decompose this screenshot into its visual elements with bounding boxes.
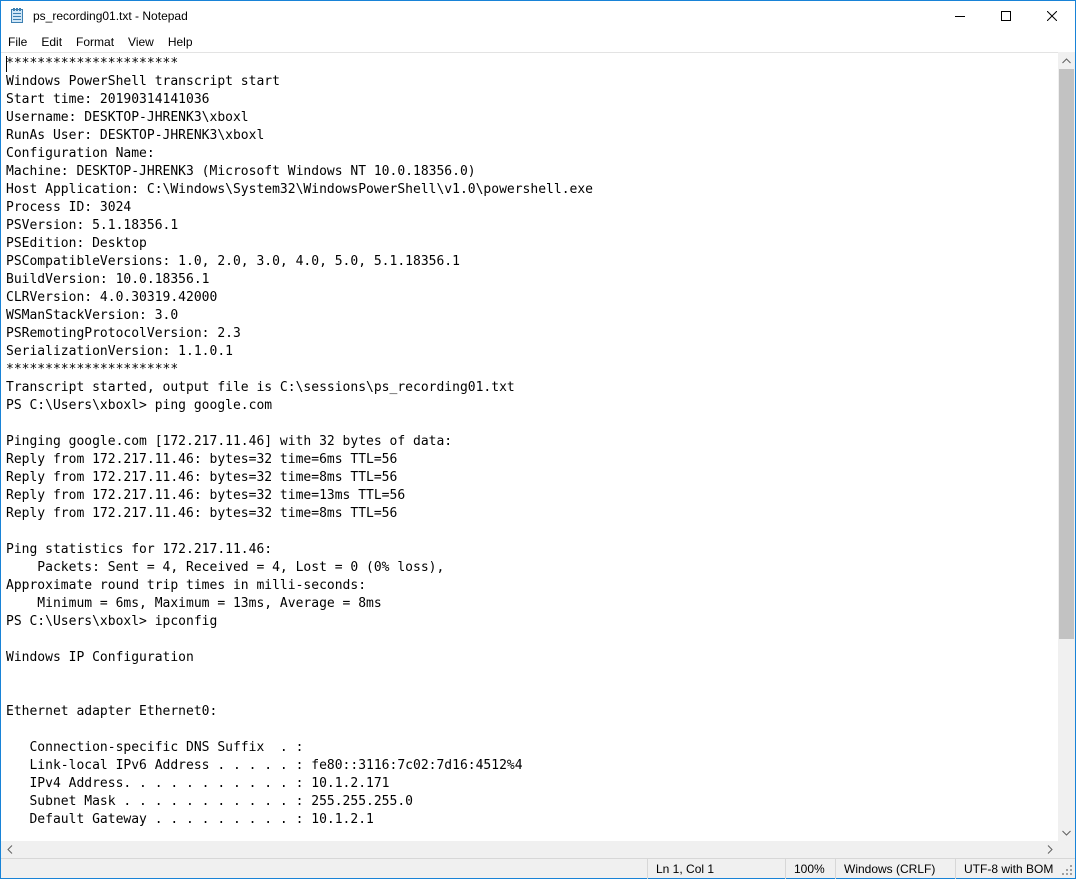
chevron-up-icon (1062, 57, 1071, 63)
text-line[interactable]: Username: DESKTOP-JHRENK3\xboxl (6, 109, 593, 127)
text-line[interactable]: Reply from 172.217.11.46: bytes=32 time=… (6, 487, 593, 505)
text-editor[interactable]: ********************** Windows PowerShell… (1, 52, 1058, 841)
close-icon (1047, 11, 1057, 21)
minimize-button[interactable] (937, 1, 983, 31)
menu-help[interactable]: Help (161, 32, 200, 52)
menu-view[interactable]: View (121, 32, 161, 52)
text-line[interactable]: Windows IP Configuration (6, 649, 593, 667)
text-line[interactable]: Configuration Name: (6, 145, 593, 163)
scroll-left-button[interactable] (1, 841, 18, 858)
notepad-icon[interactable] (9, 8, 25, 24)
text-line[interactable] (6, 415, 593, 433)
text-line[interactable]: Minimum = 6ms, Maximum = 13ms, Average =… (6, 595, 593, 613)
text-line[interactable]: PS C:\Users\xboxl> ping google.com (6, 397, 593, 415)
status-bar: Ln 1, Col 1 100% Windows (CRLF) UTF-8 wi… (1, 858, 1075, 879)
text-line[interactable]: Ethernet adapter Ethernet0: (6, 703, 593, 721)
text-line[interactable] (6, 721, 593, 739)
scroll-down-button[interactable] (1058, 824, 1075, 841)
text-line[interactable] (6, 523, 593, 541)
scrollbar-corner (1058, 841, 1075, 858)
text-line[interactable]: ********************** (6, 55, 593, 73)
text-line[interactable]: Default Gateway . . . . . . . . . : 10.1… (6, 811, 593, 829)
notepad-window: ps_recording01.txt - Notepad File Edit F… (0, 0, 1076, 879)
text-line[interactable]: PSEdition: Desktop (6, 235, 593, 253)
text-line[interactable]: PSVersion: 5.1.18356.1 (6, 217, 593, 235)
status-cursor-position: Ln 1, Col 1 (647, 859, 785, 879)
maximize-icon (1001, 11, 1011, 21)
chevron-down-icon (1062, 830, 1071, 836)
text-line[interactable]: Pinging google.com [172.217.11.46] with … (6, 433, 593, 451)
resize-grip-icon[interactable] (1061, 864, 1073, 876)
caption-buttons (937, 1, 1075, 31)
text-line[interactable]: Connection-specific DNS Suffix . : (6, 739, 593, 757)
window-title: ps_recording01.txt - Notepad (33, 9, 188, 23)
text-line[interactable] (6, 631, 593, 649)
text-line[interactable]: IPv4 Address. . . . . . . . . . . : 10.1… (6, 775, 593, 793)
menu-format[interactable]: Format (69, 32, 121, 52)
scroll-right-button[interactable] (1041, 841, 1058, 858)
text-line[interactable]: PSRemotingProtocolVersion: 2.3 (6, 325, 593, 343)
text-line[interactable]: SerializationVersion: 1.1.0.1 (6, 343, 593, 361)
status-line-ending: Windows (CRLF) (835, 859, 955, 879)
text-line[interactable]: Ping statistics for 172.217.11.46: (6, 541, 593, 559)
text-line[interactable]: RunAs User: DESKTOP-JHRENK3\xboxl (6, 127, 593, 145)
text-line[interactable]: CLRVersion: 4.0.30319.42000 (6, 289, 593, 307)
text-line[interactable]: Start time: 20190314141036 (6, 91, 593, 109)
minimize-icon (955, 16, 965, 17)
text-line[interactable] (6, 667, 593, 685)
horizontal-scrollbar[interactable] (1, 841, 1058, 858)
vertical-scroll-thumb[interactable] (1059, 69, 1074, 639)
text-line[interactable]: Reply from 172.217.11.46: bytes=32 time=… (6, 451, 593, 469)
text-line[interactable]: Reply from 172.217.11.46: bytes=32 time=… (6, 469, 593, 487)
text-line[interactable]: Windows PowerShell transcript start (6, 73, 593, 91)
text-line[interactable]: WSManStackVersion: 3.0 (6, 307, 593, 325)
menu-edit[interactable]: Edit (34, 32, 69, 52)
text-line[interactable]: Transcript started, output file is C:\se… (6, 379, 593, 397)
text-line[interactable]: Machine: DESKTOP-JHRENK3 (Microsoft Wind… (6, 163, 593, 181)
text-line[interactable]: Approximate round trip times in milli-se… (6, 577, 593, 595)
text-line[interactable]: ********************** (6, 361, 593, 379)
title-bar[interactable]: ps_recording01.txt - Notepad (1, 1, 1075, 31)
editor-content[interactable]: ********************** Windows PowerShell… (6, 55, 593, 829)
menu-file[interactable]: File (1, 32, 34, 52)
status-zoom: 100% (785, 859, 835, 879)
text-line[interactable]: Process ID: 3024 (6, 199, 593, 217)
maximize-button[interactable] (983, 1, 1029, 31)
chevron-left-icon (6, 845, 12, 854)
text-line[interactable]: Packets: Sent = 4, Received = 4, Lost = … (6, 559, 593, 577)
text-line[interactable]: Link-local IPv6 Address . . . . . : fe80… (6, 757, 593, 775)
text-line[interactable]: PS C:\Users\xboxl> ipconfig (6, 613, 593, 631)
close-button[interactable] (1029, 1, 1075, 31)
menu-bar: File Edit Format View Help (1, 32, 1075, 52)
text-line[interactable]: Subnet Mask . . . . . . . . . . . : 255.… (6, 793, 593, 811)
vertical-scrollbar[interactable] (1058, 52, 1075, 841)
text-line[interactable]: BuildVersion: 10.0.18356.1 (6, 271, 593, 289)
scroll-up-button[interactable] (1058, 52, 1075, 69)
text-line[interactable]: PSCompatibleVersions: 1.0, 2.0, 3.0, 4.0… (6, 253, 593, 271)
text-line[interactable] (6, 685, 593, 703)
chevron-right-icon (1047, 845, 1053, 854)
text-line[interactable]: Reply from 172.217.11.46: bytes=32 time=… (6, 505, 593, 523)
status-encoding: UTF-8 with BOM (955, 859, 1075, 879)
text-line[interactable]: Host Application: C:\Windows\System32\Wi… (6, 181, 593, 199)
